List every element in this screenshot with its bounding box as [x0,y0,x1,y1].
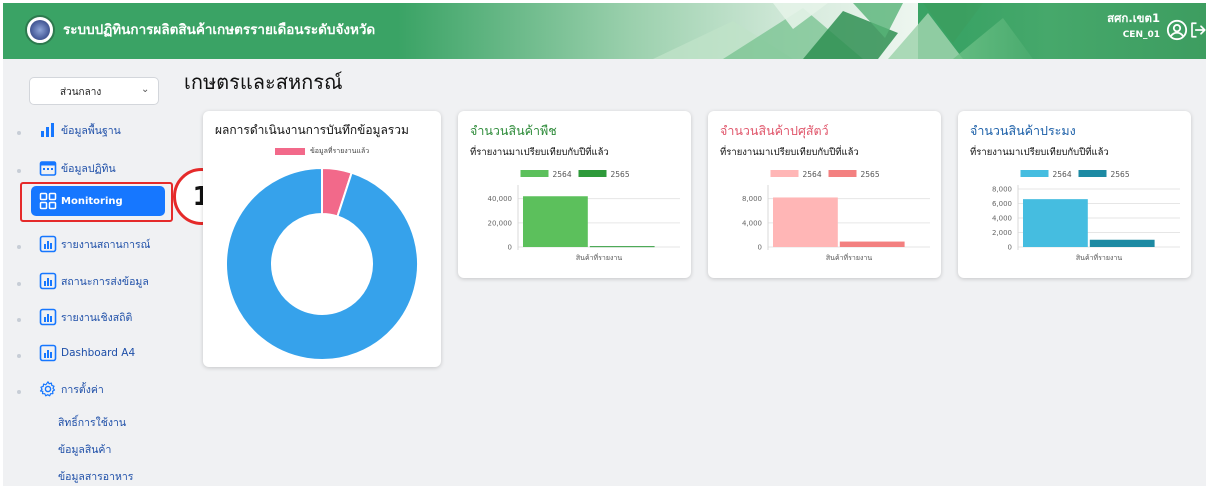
sidebar-item-calendar[interactable]: ข้อมูลปฏิทิน [29,153,179,183]
legend-swatch [1020,170,1049,177]
y-tick-label: 0 [508,244,512,252]
sidebar-subitem-permissions[interactable]: สิทธิ์การใช้งาน [58,414,126,431]
sidebar-item-send-status[interactable]: สถานะการส่งข้อมูล [29,266,179,296]
legend-swatch [770,170,799,177]
report-chart-icon [39,308,57,326]
nav-bullet [17,169,21,173]
donut-slice[interactable] [225,166,419,361]
app-frame: ระบบปฏิทินการผลิตสินค้าเกษตรรายเดือนระดั… [3,3,1206,486]
legend-swatch [520,170,549,177]
legend-label: 2565 [611,170,630,179]
nav-bullet [17,390,21,394]
calendar-icon [39,161,57,176]
legend-swatch [578,170,607,177]
logo-emblem [30,20,50,40]
sidebar-item-label: Dashboard A4 [61,347,136,359]
bar[interactable] [839,241,905,247]
sidebar-item-label: รายงานสถานการณ์ [61,238,151,251]
nav-bullet [17,318,21,322]
bar[interactable] [1089,239,1155,247]
sidebar-item-label: ข้อมูลปฏิทิน [61,162,116,175]
highlight-box [20,182,173,222]
report-chart-icon [39,235,57,253]
app-title: ระบบปฏิทินการผลิตสินค้าเกษตรรายเดือนระดั… [63,22,376,38]
legend-label: 2565 [1111,170,1130,179]
legend-label: 2564 [1053,170,1072,179]
report-chart-icon [39,344,57,362]
y-tick-label: 8,000 [742,195,762,203]
legend-label: 2564 [553,170,572,179]
user-name: สศก.เขต1 [1107,11,1160,25]
user-info: สศก.เขต1 CEN_01 [1090,10,1160,40]
user-code: CEN_01 [1122,30,1160,40]
sidebar-subitem-nutrients[interactable]: ข้อมูลสารอาหาร [58,468,133,485]
x-tick-label: สินค้าที่รายงาน [1076,253,1122,262]
bar[interactable] [773,197,838,247]
report-chart-icon [39,272,57,290]
chevron-down-icon: ⌄ [141,84,150,95]
sidebar-item-label: การตั้งค่า [61,383,104,396]
nav-bullet [17,131,21,135]
app-header: ระบบปฏิทินการผลิตสินค้าเกษตรรายเดือนระดั… [3,3,1206,59]
y-tick-label: 6,000 [992,200,1012,208]
crop-bar-chart: 2564 2565 0 20,000 40,000 สินค้าที่รายงาน [488,170,680,262]
nav-bullet [17,354,21,358]
y-tick-label: 0 [758,244,762,252]
logout-icon[interactable] [1189,21,1206,39]
bar[interactable] [523,196,588,247]
y-tick-label: 0 [1008,244,1012,252]
legend-label: 2564 [803,170,822,179]
sidebar-item-statistics-report[interactable]: รายงานเชิงสถิติ [29,302,179,332]
y-tick-label: 8,000 [992,186,1012,194]
livestock-bar-chart: 2564 2565 0 4,000 8,000 สินค้าที่รายงาน [742,170,930,262]
y-tick-label: 2,000 [992,229,1012,237]
legend-swatch [828,170,857,177]
livestock-products-card: จำนวนสินค้าปศุสัตว์ ที่รายงานมาเปรียบเที… [708,111,941,278]
fishery-products-card: จำนวนสินค้าประมง ที่รายงานมาเปรียบเทียบก… [958,111,1191,278]
y-tick-label: 20,000 [488,219,513,227]
nav-bullet [17,282,21,286]
sidebar-subitem-products[interactable]: ข้อมูลสินค้า [58,441,111,458]
page-title: เกษตรและสหกรณ์ [184,70,343,94]
gear-icon [39,381,56,397]
bar[interactable] [1023,199,1088,247]
sidebar-item-situation-report[interactable]: รายงานสถานการณ์ [29,229,179,259]
fishery-bar-chart: 2564 2565 0 2,000 4,000 6,000 8,000 สินค้าที่รา… [992,170,1180,262]
nav-bullet [17,245,21,249]
sidebar-item-label: ข้อมูลพื้นฐาน [61,124,121,137]
y-tick-label: 4,000 [742,219,762,227]
x-tick-label: สินค้าที่รายงาน [826,253,872,262]
legend-label: 2565 [861,170,880,179]
app-logo[interactable] [25,15,55,45]
sidebar-item-settings[interactable]: การตั้งค่า [29,374,179,404]
region-select[interactable]: ส่วนกลาง ⌄ [29,77,159,105]
bar[interactable] [589,246,655,248]
sidebar-item-label: รายงานเชิงสถิติ [61,311,133,324]
sidebar-item-dashboard-a4[interactable]: Dashboard A4 [29,338,179,368]
user-circle-icon[interactable] [1166,19,1188,41]
crop-products-card: จำนวนสินค้าพืช ที่รายงานมาเปรียบเทียบกับ… [458,111,691,278]
y-tick-label: 40,000 [488,195,513,203]
sidebar-item-label: สถานะการส่งข้อมูล [61,275,149,288]
y-tick-label: 4,000 [992,215,1012,223]
summary-donut-card: ผลการดำเนินงานการบันทึกข้อมูลรวม ข้อมูลท… [203,111,441,367]
region-select-value: ส่วนกลาง [60,87,102,98]
bar-chart-icon [41,123,54,137]
legend-swatch [1078,170,1107,177]
donut-chart [225,166,419,361]
x-tick-label: สินค้าที่รายงาน [576,253,622,262]
sidebar-item-basic-data[interactable]: ข้อมูลพื้นฐาน [29,115,179,145]
